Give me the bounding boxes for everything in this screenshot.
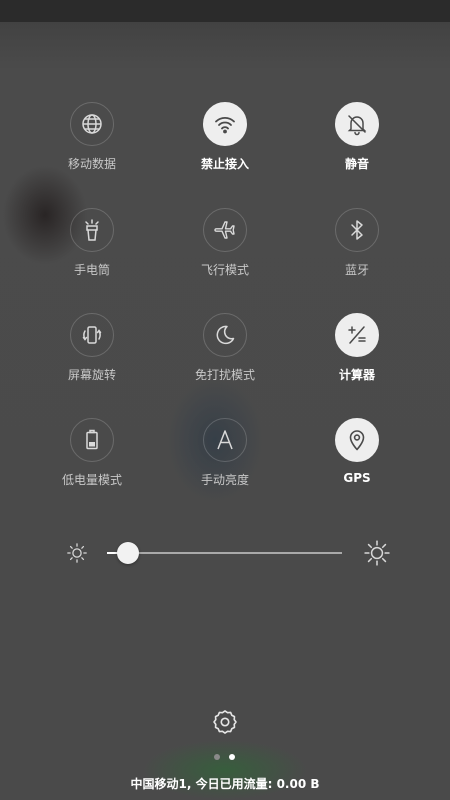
airplane-icon: [214, 221, 235, 239]
flashlight-icon: [85, 219, 99, 241]
tile-label: 禁止接入: [200, 157, 249, 171]
moon-icon: [216, 325, 235, 345]
bluetooth-icon: [351, 220, 363, 240]
tile-label: 移动数据: [67, 157, 116, 171]
tile-silent[interactable]: 静音: [302, 102, 412, 186]
tile-screen-rotation[interactable]: 屏幕旋转: [37, 313, 147, 397]
brightness-track[interactable]: [107, 542, 342, 564]
brightness-low-icon: [67, 543, 87, 563]
rotate-icon: [82, 326, 102, 344]
tile-label: GPS: [343, 471, 371, 485]
brightness-a-icon: [217, 430, 233, 450]
tile-block-access[interactable]: 禁止接入: [170, 102, 280, 186]
tile-calculator[interactable]: 计算器: [302, 313, 412, 397]
tile-label: 免打扰模式: [194, 368, 255, 382]
tile-label: 手电筒: [73, 263, 110, 277]
tile-label: 计算器: [338, 368, 375, 382]
tile-screen-rotation-circle[interactable]: [70, 313, 114, 357]
tile-silent-circle[interactable]: [335, 102, 379, 146]
tile-flashlight[interactable]: 手电筒: [37, 208, 147, 292]
tile-gps-circle[interactable]: [335, 418, 379, 462]
status-bar: [0, 0, 450, 22]
page-dot: [214, 754, 220, 760]
tile-flashlight-circle[interactable]: [70, 208, 114, 252]
tile-manual-brightness[interactable]: 手动亮度: [170, 418, 280, 502]
tile-block-access-circle[interactable]: [203, 102, 247, 146]
brightness-thumb[interactable]: [117, 542, 140, 564]
tile-low-power-mode-circle[interactable]: [70, 418, 114, 462]
carrier-data-usage-text: 中国移动1, 今日已用流量: 0.00 B: [130, 777, 320, 791]
battery-icon: [86, 429, 98, 450]
tile-label: 蓝牙: [344, 263, 369, 277]
globe-icon: [82, 114, 102, 134]
tile-mobile-data[interactable]: 移动数据: [37, 102, 147, 186]
tile-gps[interactable]: GPS: [302, 418, 412, 502]
tile-airplane-mode-circle[interactable]: [203, 208, 247, 252]
tile-manual-brightness-circle[interactable]: [203, 418, 247, 462]
calculator-icon: [348, 326, 366, 344]
tile-bluetooth-circle[interactable]: [335, 208, 379, 252]
tile-airplane-mode[interactable]: 飞行模式: [170, 208, 280, 292]
location-pin-icon: [349, 430, 365, 451]
settings-gear-icon[interactable]: [211, 708, 239, 736]
brightness-slider[interactable]: [60, 538, 390, 568]
tile-label: 手动亮度: [200, 473, 249, 487]
tile-label: 静音: [344, 157, 369, 171]
tile-mobile-data-circle[interactable]: [70, 102, 114, 146]
tile-do-not-disturb-circle[interactable]: [203, 313, 247, 357]
wifi-icon: [215, 117, 235, 134]
tile-do-not-disturb[interactable]: 免打扰模式: [170, 313, 280, 397]
tile-label: 低电量模式: [61, 473, 122, 487]
bell-off-icon: [347, 115, 367, 136]
page-indicator: [210, 754, 240, 762]
tile-bluetooth[interactable]: 蓝牙: [302, 208, 412, 292]
tile-low-power-mode[interactable]: 低电量模式: [37, 418, 147, 502]
brightness-high-icon: [364, 540, 390, 566]
tile-label: 屏幕旋转: [67, 368, 116, 382]
tile-calculator-circle[interactable]: [335, 313, 379, 357]
tile-label: 飞行模式: [200, 263, 249, 277]
page-dot-active: [229, 754, 235, 760]
